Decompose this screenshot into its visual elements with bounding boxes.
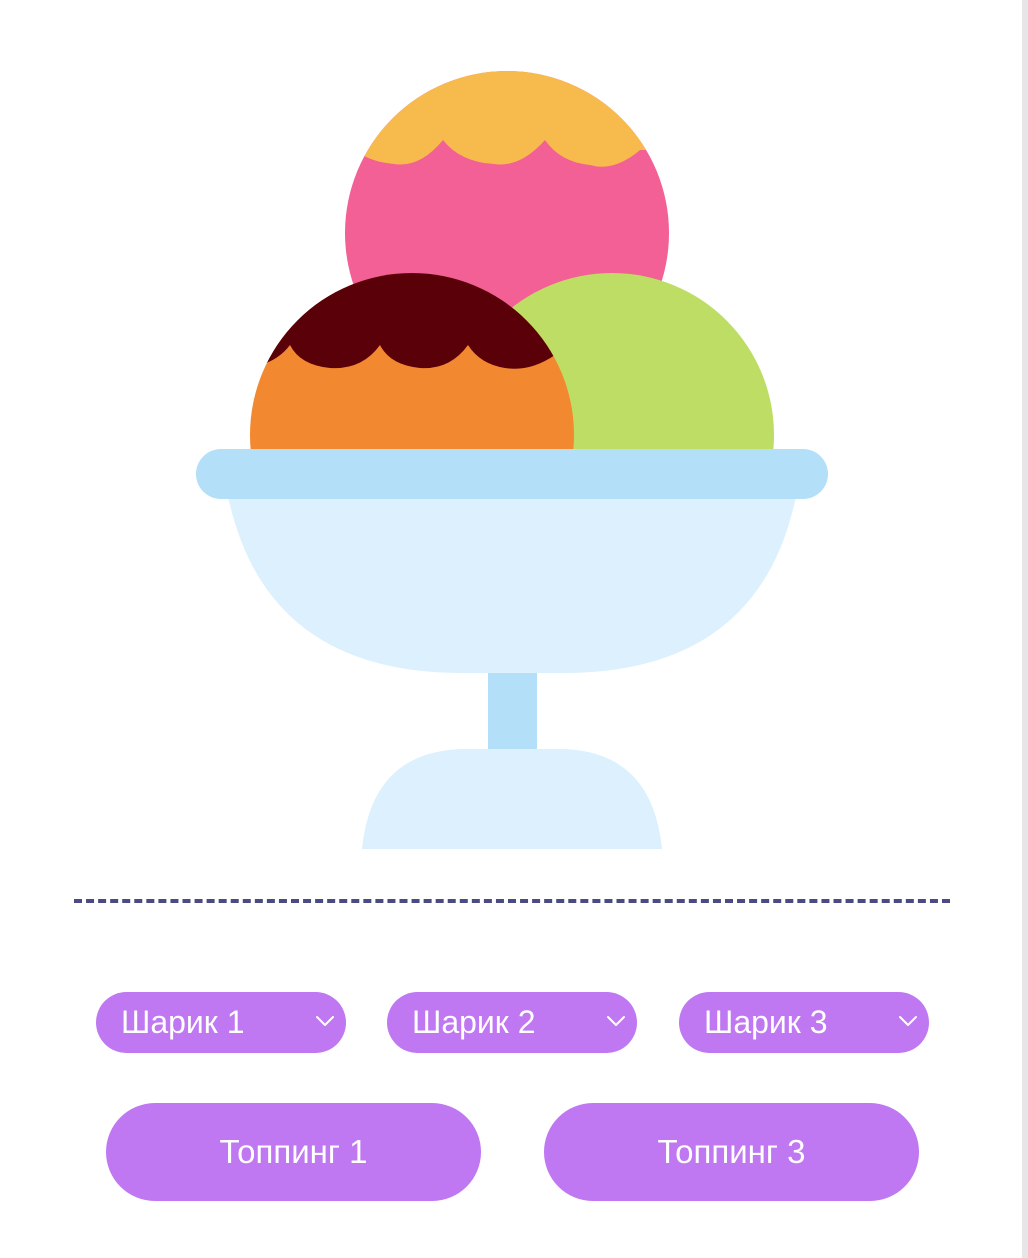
- topping-3-button[interactable]: Топпинг 3: [544, 1103, 919, 1201]
- scoop-2-select[interactable]: Шарик 2: [387, 992, 637, 1053]
- ice-cream-sundae-illustration: [196, 71, 828, 849]
- chevron-down-icon: [607, 1016, 625, 1026]
- scoop-1-select-value: Шарик 1: [121, 1004, 245, 1040]
- chevron-down-icon: [316, 1016, 334, 1026]
- topping-1-button[interactable]: Топпинг 1: [106, 1103, 481, 1201]
- bowl: [228, 496, 796, 673]
- chevron-down-icon: [899, 1016, 917, 1026]
- scoop-2-select-value: Шарик 2: [412, 1004, 536, 1040]
- bowl-stem: [488, 673, 537, 751]
- scoop-3-select[interactable]: Шарик 3: [679, 992, 929, 1053]
- section-divider: [74, 899, 950, 903]
- bowl-base: [362, 749, 662, 849]
- scoop-3-select-value: Шарик 3: [704, 1004, 828, 1040]
- bowl-rim: [196, 449, 828, 499]
- scoop-1-select[interactable]: Шарик 1: [96, 992, 346, 1053]
